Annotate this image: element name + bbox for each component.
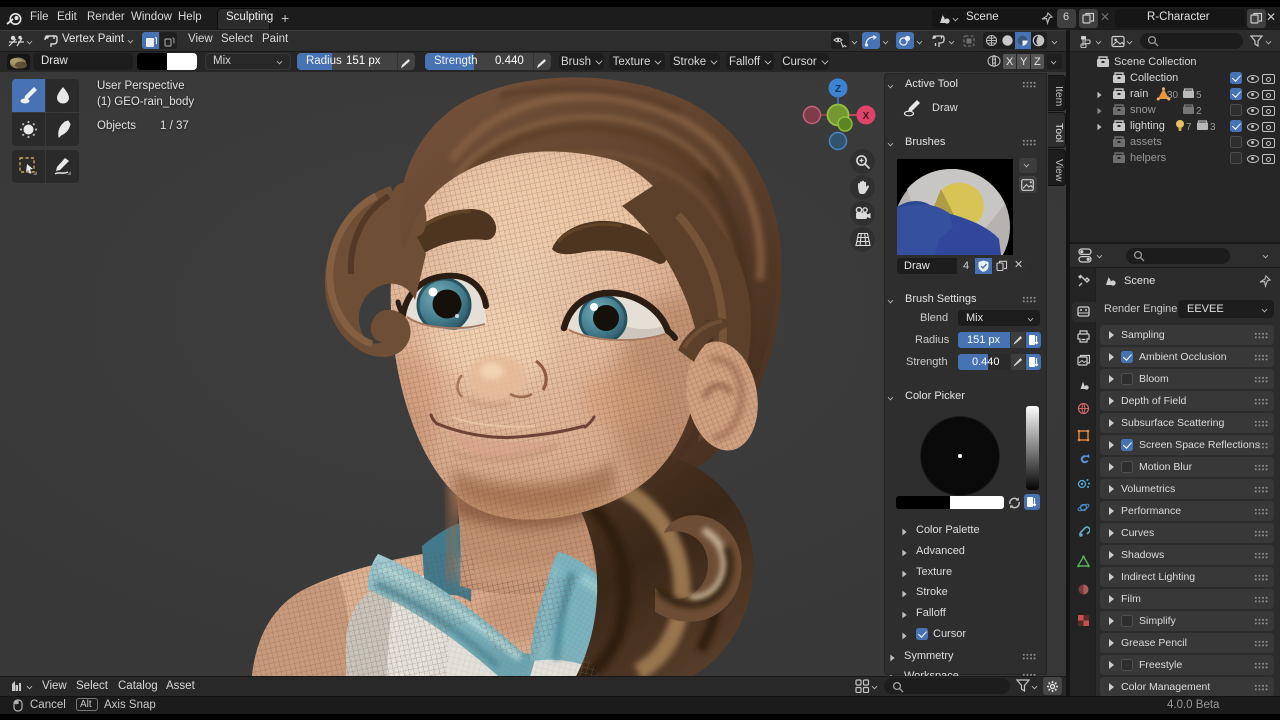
svg-text:Z: Z: [835, 84, 841, 95]
svg-text:X: X: [863, 111, 870, 122]
